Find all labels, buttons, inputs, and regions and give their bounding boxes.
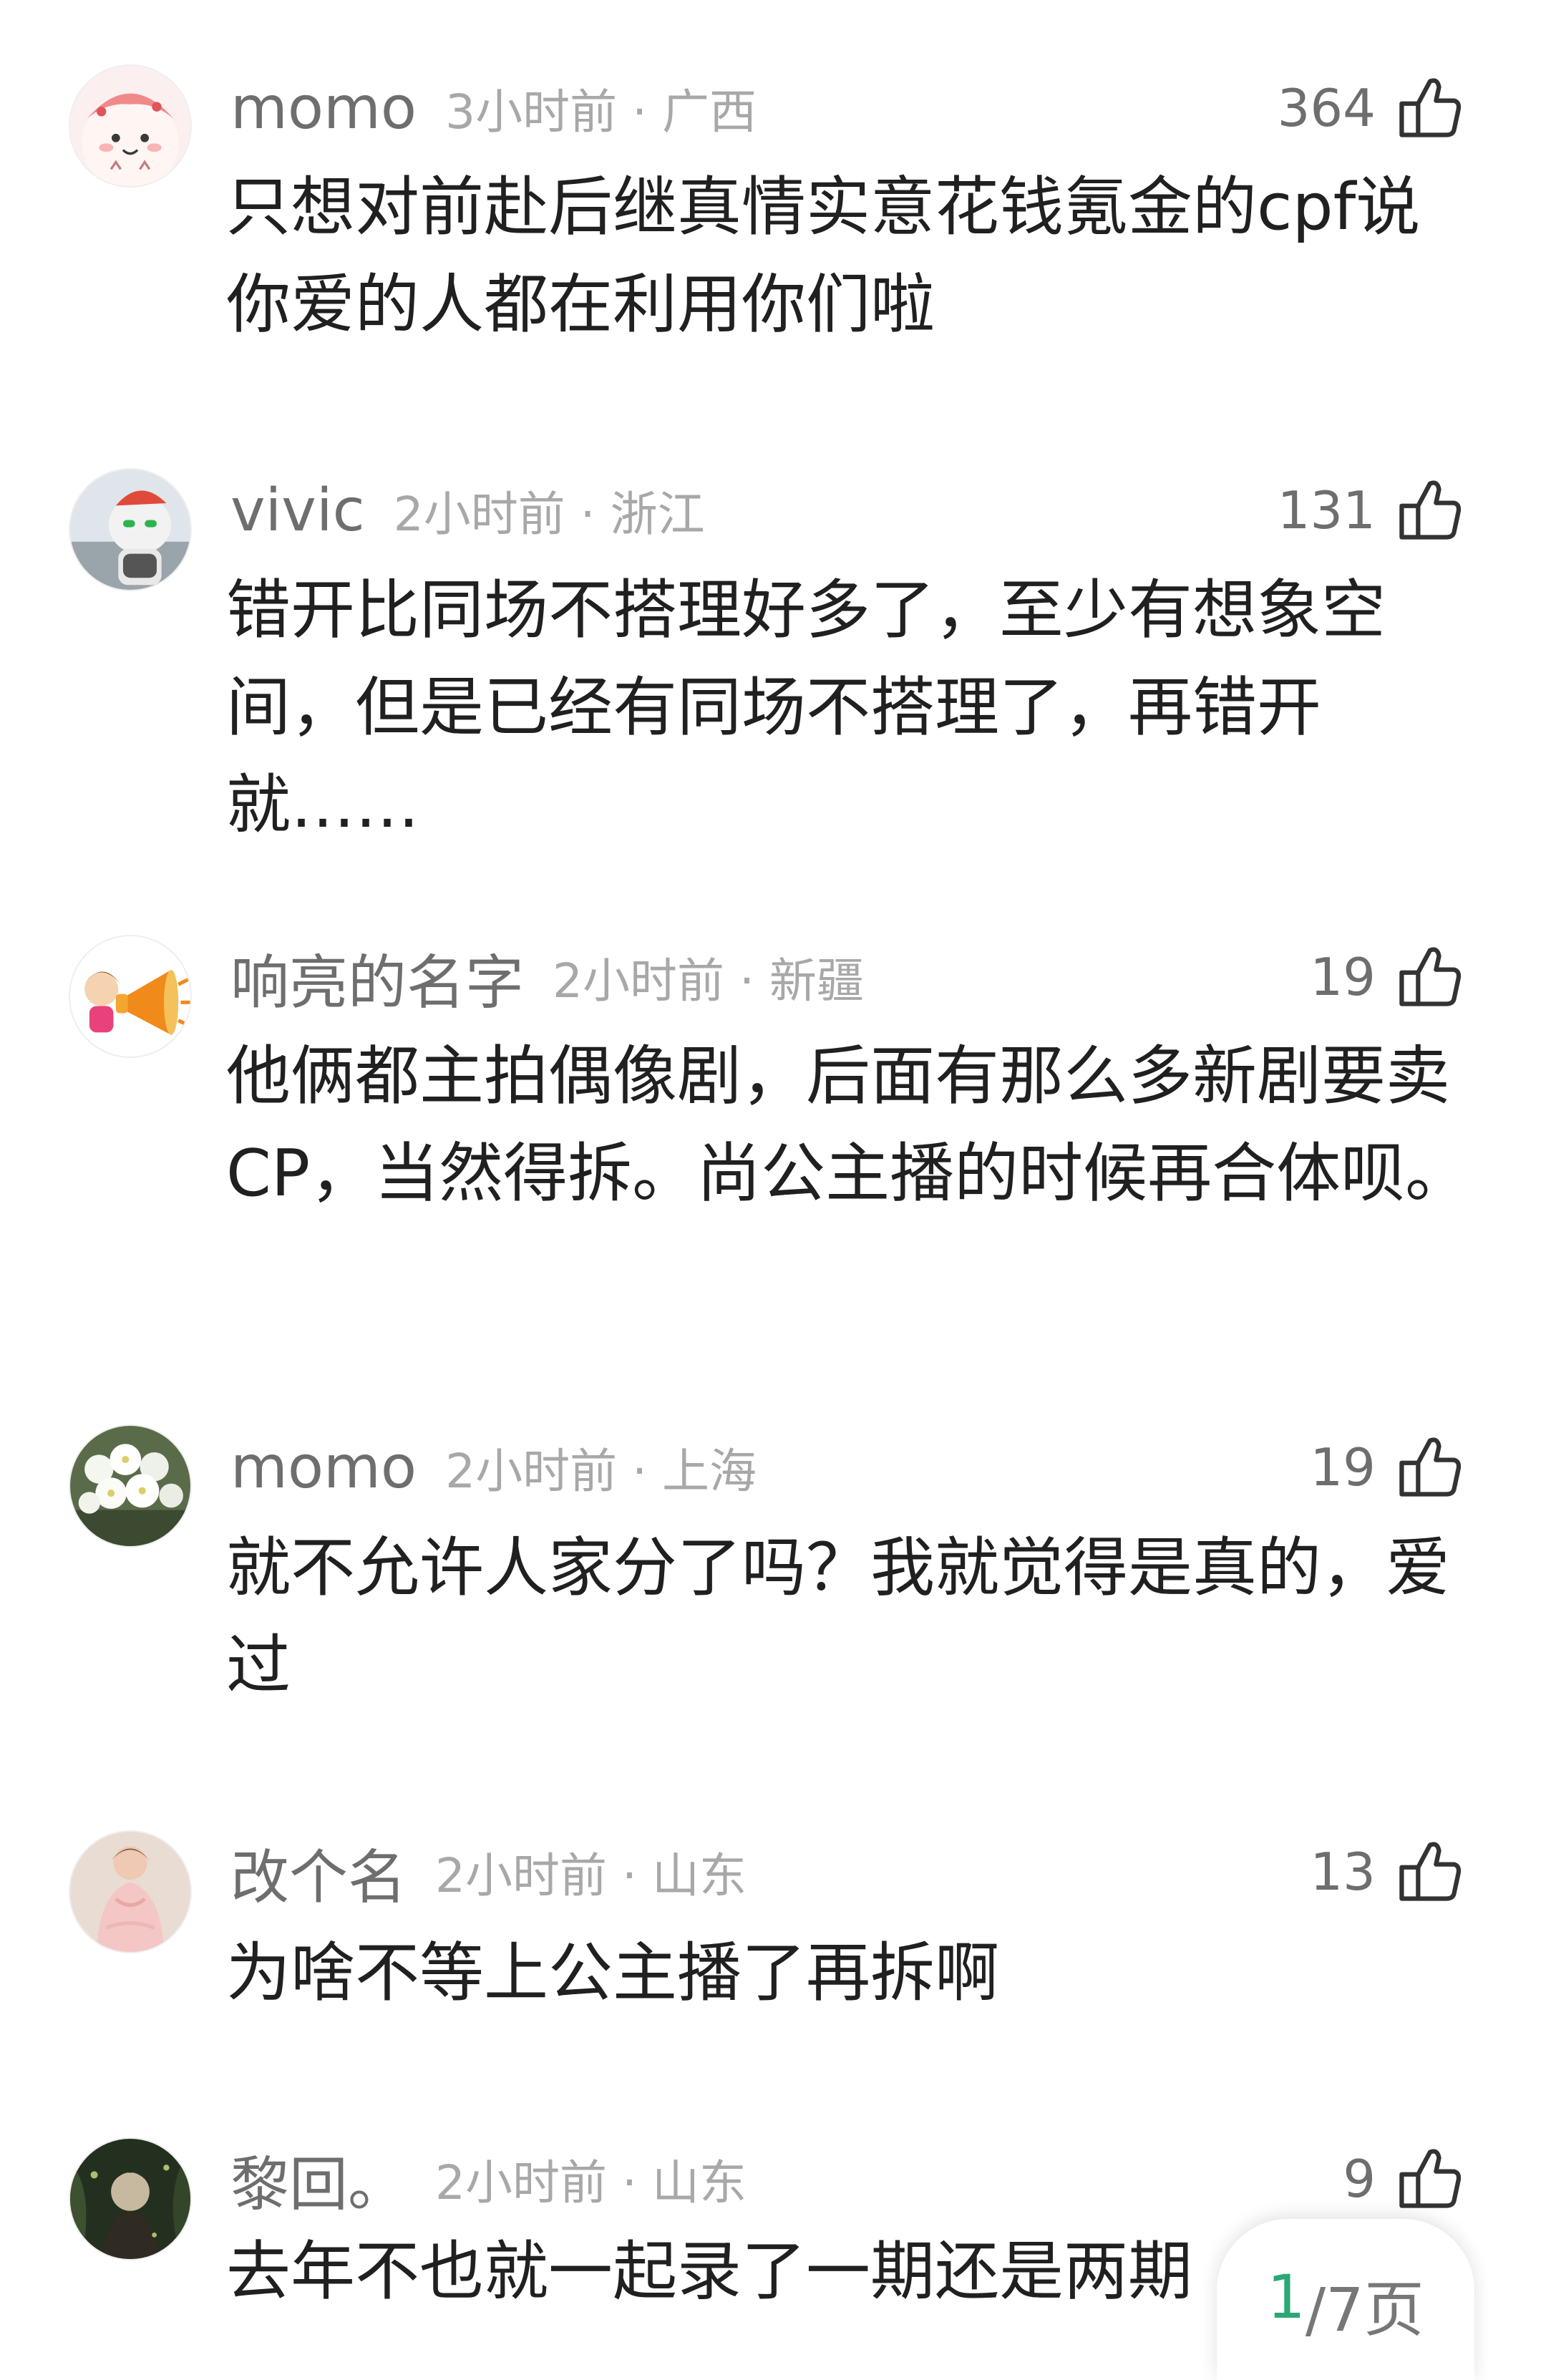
like-count: 364 — [1277, 78, 1376, 138]
like-button[interactable]: 19 — [1310, 1424, 1466, 1510]
current-page: 1 — [1267, 2262, 1306, 2332]
username[interactable]: momo — [230, 1434, 417, 1502]
user-avatar[interactable] — [69, 1424, 192, 1548]
like-button[interactable]: 9 — [1343, 2136, 1466, 2222]
comment-text: 他俩都主拍偶像剧，后面有那么多新剧要卖CP，当然得拆。尚公主播的时候再合体呗。 — [226, 1039, 1470, 1211]
comment-meta: 黎回。 2小时前 · 山东 — [230, 2136, 747, 2222]
like-button[interactable]: 364 — [1278, 65, 1466, 151]
thumbs-up-icon[interactable] — [1394, 72, 1466, 144]
like-button[interactable]: 19 — [1310, 934, 1466, 1020]
user-avatar[interactable] — [69, 1830, 192, 1953]
comment-text: 为啥不等上公主播了再拆啊 — [226, 1935, 999, 2011]
username[interactable]: momo — [230, 74, 417, 142]
like-button[interactable]: 13 — [1310, 1829, 1466, 1915]
user-avatar[interactable] — [69, 64, 192, 188]
comment-meta: 改个名 2小时前 · 山东 — [230, 1829, 747, 1915]
page-indicator[interactable]: 1/7页 — [1217, 2219, 1474, 2380]
time-location: 3小时前 · 广西 — [445, 84, 757, 140]
time-location: 2小时前 · 山东 — [435, 2155, 747, 2210]
total-pages: /7页 — [1305, 2275, 1424, 2345]
username[interactable]: 响亮的名字 — [230, 935, 524, 1020]
like-count: 13 — [1310, 1842, 1376, 1902]
thumbs-up-icon[interactable] — [1394, 1432, 1466, 1503]
user-avatar[interactable] — [69, 468, 192, 591]
thumbs-up-icon[interactable] — [1394, 1836, 1466, 1908]
time-location: 2小时前 · 浙江 — [393, 487, 705, 542]
like-count: 19 — [1310, 947, 1376, 1007]
time-location: 2小时前 · 上海 — [445, 1444, 757, 1499]
comment-text: 错开比同场不搭理好多了，至少有想象空间，但是已经有同场不搭理了，再错开就…… — [226, 573, 1386, 842]
time-location: 2小时前 · 山东 — [435, 1848, 747, 1903]
comment-text: 去年不也就一起录了一期还是两期 — [226, 2234, 1192, 2309]
thumbs-up-icon[interactable] — [1394, 475, 1466, 546]
thumbs-up-icon[interactable] — [1394, 941, 1466, 1013]
comment-list: momo 3小时前 · 广西 364 只想对前赴后继真情实意花钱氪金的cpf说你… — [0, 0, 1546, 2380]
time-location: 2小时前 · 新疆 — [553, 953, 864, 1009]
user-avatar[interactable] — [69, 2137, 192, 2260]
thumbs-up-icon[interactable] — [1394, 2143, 1466, 2215]
comment-meta: momo 2小时前 · 上海 — [230, 1424, 757, 1510]
comment-text: 只想对前赴后继真情实意花钱氪金的cpf说你爱的人都在利用你们啦 — [226, 170, 1421, 342]
comment-meta: momo 3小时前 · 广西 — [230, 65, 757, 151]
comment-meta: 响亮的名字 2小时前 · 新疆 — [230, 934, 864, 1020]
comment-text: 就不允许人家分了吗？我就觉得是真的，爱过 — [226, 1530, 1450, 1703]
username[interactable]: 黎回。 — [230, 2137, 407, 2222]
comment-meta: vivic 2小时前 · 浙江 — [230, 467, 705, 553]
like-count: 19 — [1310, 1437, 1376, 1497]
user-avatar[interactable] — [69, 935, 192, 1058]
like-button[interactable]: 131 — [1278, 467, 1466, 553]
like-count: 9 — [1343, 2149, 1376, 2209]
username[interactable]: 改个名 — [230, 1830, 407, 1915]
username[interactable]: vivic — [230, 477, 365, 545]
like-count: 131 — [1277, 480, 1376, 540]
